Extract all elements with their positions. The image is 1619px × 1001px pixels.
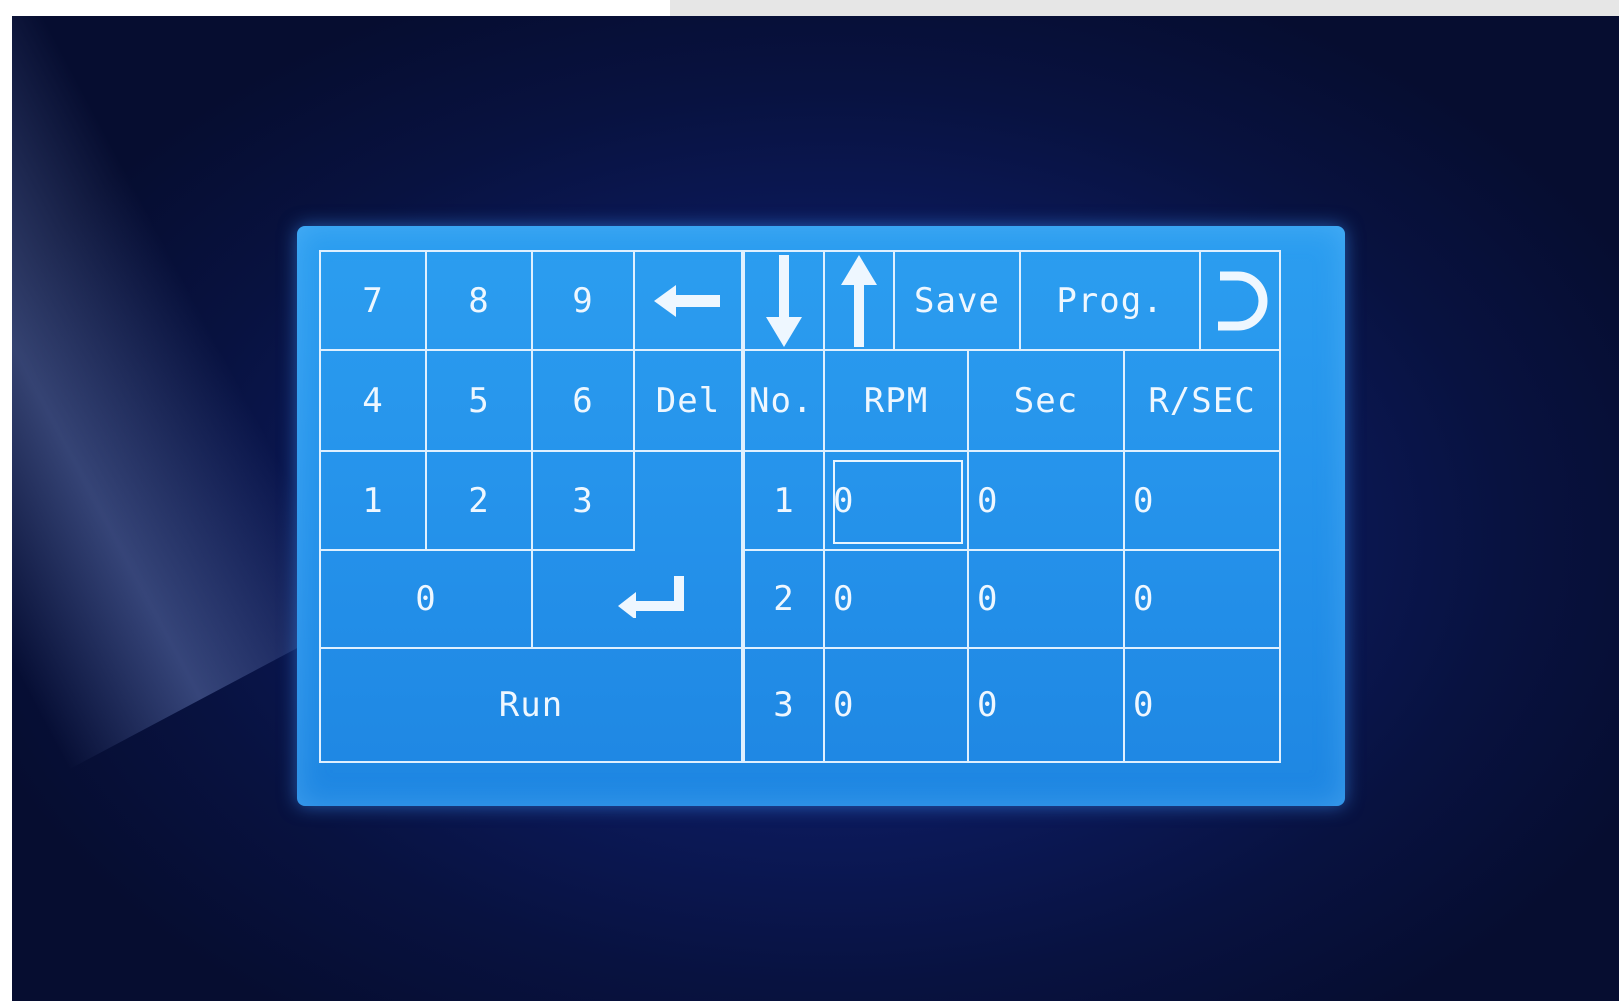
selected-field-outline <box>833 460 963 544</box>
row-2-rsec[interactable]: 0 <box>1123 549 1281 649</box>
backspace-arrow-icon <box>654 281 722 321</box>
key-4[interactable]: 4 <box>319 349 427 452</box>
delete-key[interactable]: Del <box>633 349 743 452</box>
up-arrow-icon <box>839 254 879 347</box>
key-5[interactable]: 5 <box>425 349 533 452</box>
row-3-sec[interactable]: 0 <box>967 647 1125 763</box>
row-1-no: 1 <box>743 450 825 551</box>
up-button[interactable] <box>823 250 895 351</box>
back-button[interactable] <box>1199 250 1281 351</box>
key-9[interactable]: 9 <box>531 250 635 351</box>
key-1[interactable]: 1 <box>319 450 427 551</box>
backspace-key[interactable] <box>633 250 743 351</box>
key-2[interactable]: 2 <box>425 450 533 551</box>
key-7[interactable]: 7 <box>319 250 427 351</box>
row-2-sec[interactable]: 0 <box>967 549 1125 649</box>
header-rpm: RPM <box>823 349 969 452</box>
key-8[interactable]: 8 <box>425 250 533 351</box>
lcd-screen: 7 8 9 4 5 6 Del 1 2 3 0 Run Save Prog. N… <box>297 226 1345 806</box>
background-strip <box>670 0 1619 16</box>
key-6[interactable]: 6 <box>531 349 635 452</box>
save-button[interactable]: Save <box>893 250 1021 351</box>
row-2-no: 2 <box>743 549 825 649</box>
down-arrow-icon <box>764 254 804 347</box>
header-sec: Sec <box>967 349 1125 452</box>
row-3-rsec[interactable]: 0 <box>1123 647 1281 763</box>
row-3-no: 3 <box>743 647 825 763</box>
row-3-rpm[interactable]: 0 <box>823 647 969 763</box>
header-no: No. <box>743 349 825 452</box>
down-button[interactable] <box>743 250 825 351</box>
row-2-rpm[interactable]: 0 <box>823 549 969 649</box>
row-1-rsec[interactable]: 0 <box>1123 450 1281 551</box>
enter-key[interactable] <box>531 450 743 649</box>
run-button[interactable]: Run <box>319 647 743 763</box>
header-rsec: R/SEC <box>1123 349 1281 452</box>
prog-button[interactable]: Prog. <box>1019 250 1201 351</box>
back-return-icon <box>1212 266 1268 336</box>
key-0[interactable]: 0 <box>319 549 533 649</box>
enter-icon <box>618 574 686 618</box>
row-1-sec[interactable]: 0 <box>967 450 1125 551</box>
